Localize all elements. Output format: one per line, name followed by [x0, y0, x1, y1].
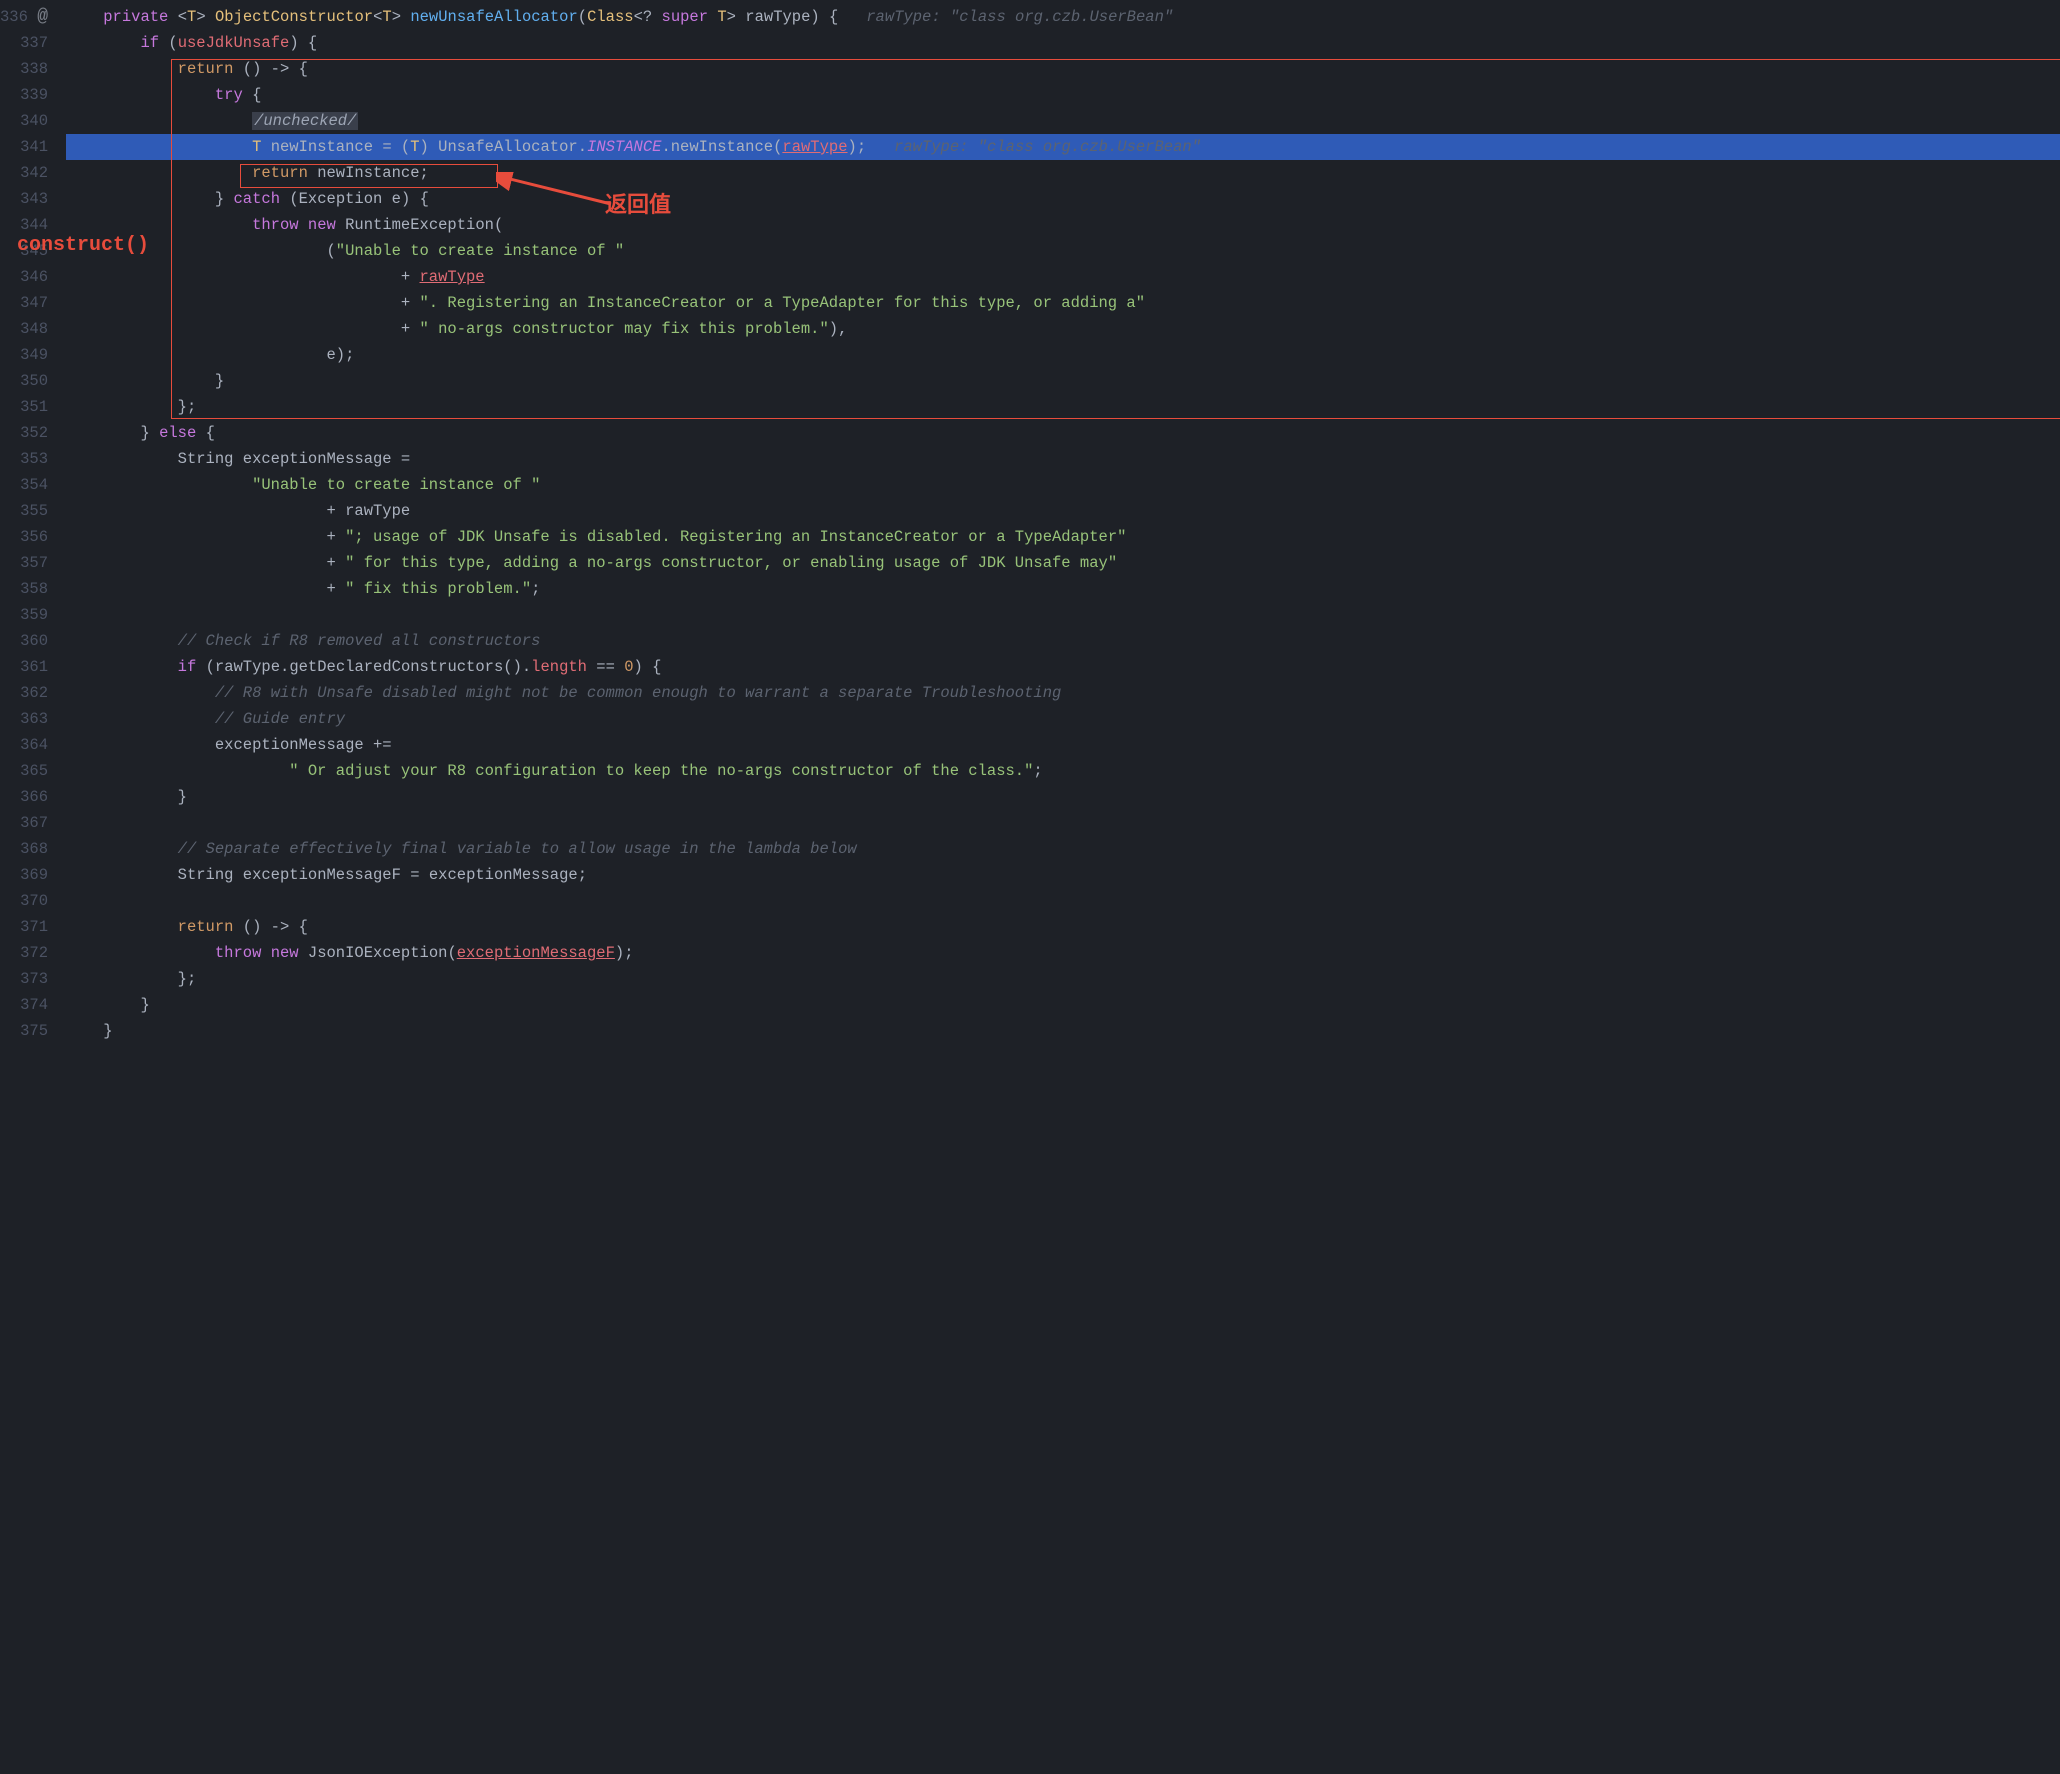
- inlay-hint: rawType: "class org.czb.UserBean": [866, 8, 1173, 26]
- line-number: 371: [0, 914, 48, 940]
- code-line[interactable]: /unchecked/: [66, 108, 2060, 134]
- code-line[interactable]: // R8 with Unsafe disabled might not be …: [66, 680, 2060, 706]
- code-line[interactable]: e);: [66, 342, 2060, 368]
- code-line[interactable]: + " no-args constructor may fix this pro…: [66, 316, 2060, 342]
- gutter-at-icon: @: [37, 7, 48, 27]
- line-number: 359: [0, 602, 48, 628]
- code-line[interactable]: }: [66, 784, 2060, 810]
- line-number: 362: [0, 680, 48, 706]
- line-number: 356: [0, 524, 48, 550]
- code-line[interactable]: + rawType: [66, 498, 2060, 524]
- code-line[interactable]: }: [66, 1018, 2060, 1044]
- code-line[interactable]: + ". Registering an InstanceCreator or a…: [66, 290, 2060, 316]
- line-number: 354: [0, 472, 48, 498]
- line-number: 363: [0, 706, 48, 732]
- line-number: 373: [0, 966, 48, 992]
- line-number: 375: [0, 1018, 48, 1044]
- line-number: 344: [0, 212, 48, 238]
- current-line[interactable]: T newInstance = (T) UnsafeAllocator.INST…: [66, 134, 2060, 160]
- code-line[interactable]: return newInstance;: [66, 160, 2060, 186]
- code-line[interactable]: } catch (Exception e) {: [66, 186, 2060, 212]
- line-number: 350: [0, 368, 48, 394]
- line-number: 365: [0, 758, 48, 784]
- line-number: 340: [0, 108, 48, 134]
- code-line[interactable]: String exceptionMessage =: [66, 446, 2060, 472]
- code-line[interactable]: private <T> ObjectConstructor<T> newUnsa…: [66, 4, 2060, 30]
- line-number: 348: [0, 316, 48, 342]
- line-number: 369: [0, 862, 48, 888]
- line-number: 347: [0, 290, 48, 316]
- code-line[interactable]: if (rawType.getDeclaredConstructors().le…: [66, 654, 2060, 680]
- code-line[interactable]: [66, 888, 2060, 914]
- code-line[interactable]: throw new RuntimeException(: [66, 212, 2060, 238]
- code-line[interactable]: // Check if R8 removed all constructors: [66, 628, 2060, 654]
- line-number: 349: [0, 342, 48, 368]
- code-line[interactable]: + "; usage of JDK Unsafe is disabled. Re…: [66, 524, 2060, 550]
- line-number: 374: [0, 992, 48, 1018]
- code-line[interactable]: exceptionMessage +=: [66, 732, 2060, 758]
- code-line[interactable]: return () -> {: [66, 56, 2060, 82]
- code-line[interactable]: // Guide entry: [66, 706, 2060, 732]
- code-line[interactable]: };: [66, 394, 2060, 420]
- line-number: 353: [0, 446, 48, 472]
- code-line[interactable]: "Unable to create instance of ": [66, 472, 2060, 498]
- line-number: 337: [0, 30, 48, 56]
- code-line[interactable]: // Separate effectively final variable t…: [66, 836, 2060, 862]
- line-number: 372: [0, 940, 48, 966]
- line-number: 355: [0, 498, 48, 524]
- line-number: 370: [0, 888, 48, 914]
- line-number: 368: [0, 836, 48, 862]
- line-number: 338: [0, 56, 48, 82]
- inlay-hint: rawType: "class org.czb.UserBean": [894, 138, 1201, 156]
- line-number: 358: [0, 576, 48, 602]
- line-number: 367: [0, 810, 48, 836]
- code-line[interactable]: " Or adjust your R8 configuration to kee…: [66, 758, 2060, 784]
- code-line[interactable]: }: [66, 368, 2060, 394]
- code-line[interactable]: return () -> {: [66, 914, 2060, 940]
- code-line[interactable]: if (useJdkUnsafe) {: [66, 30, 2060, 56]
- line-number: 339: [0, 82, 48, 108]
- code-line[interactable]: try {: [66, 82, 2060, 108]
- code-line[interactable]: + " for this type, adding a no-args cons…: [66, 550, 2060, 576]
- line-number: 346: [0, 264, 48, 290]
- code-line[interactable]: + " fix this problem.";: [66, 576, 2060, 602]
- code-line[interactable]: ("Unable to create instance of ": [66, 238, 2060, 264]
- line-number: 341: [0, 134, 48, 160]
- code-line[interactable]: }: [66, 992, 2060, 1018]
- code-line[interactable]: };: [66, 966, 2060, 992]
- code-area[interactable]: private <T> ObjectConstructor<T> newUnsa…: [66, 4, 2060, 1044]
- code-line[interactable]: } else {: [66, 420, 2060, 446]
- code-line[interactable]: throw new JsonIOException(exceptionMessa…: [66, 940, 2060, 966]
- code-editor[interactable]: 336 @ 337 338 339 340 341 342 343 344 34…: [0, 0, 2060, 1052]
- line-number: 357: [0, 550, 48, 576]
- line-number: 360: [0, 628, 48, 654]
- line-number-gutter: 336 @ 337 338 339 340 341 342 343 344 34…: [0, 4, 66, 1044]
- line-number: 361: [0, 654, 48, 680]
- line-number: 352: [0, 420, 48, 446]
- line-number: 364: [0, 732, 48, 758]
- line-number: 345: [0, 238, 48, 264]
- line-number: 366: [0, 784, 48, 810]
- line-number: 336 @: [0, 4, 48, 30]
- code-line[interactable]: [66, 810, 2060, 836]
- line-number: 342: [0, 160, 48, 186]
- line-number: 351: [0, 394, 48, 420]
- code-line[interactable]: String exceptionMessageF = exceptionMess…: [66, 862, 2060, 888]
- line-number: 343: [0, 186, 48, 212]
- suppress-annotation: /unchecked/: [252, 112, 358, 130]
- code-line[interactable]: [66, 602, 2060, 628]
- code-line[interactable]: + rawType: [66, 264, 2060, 290]
